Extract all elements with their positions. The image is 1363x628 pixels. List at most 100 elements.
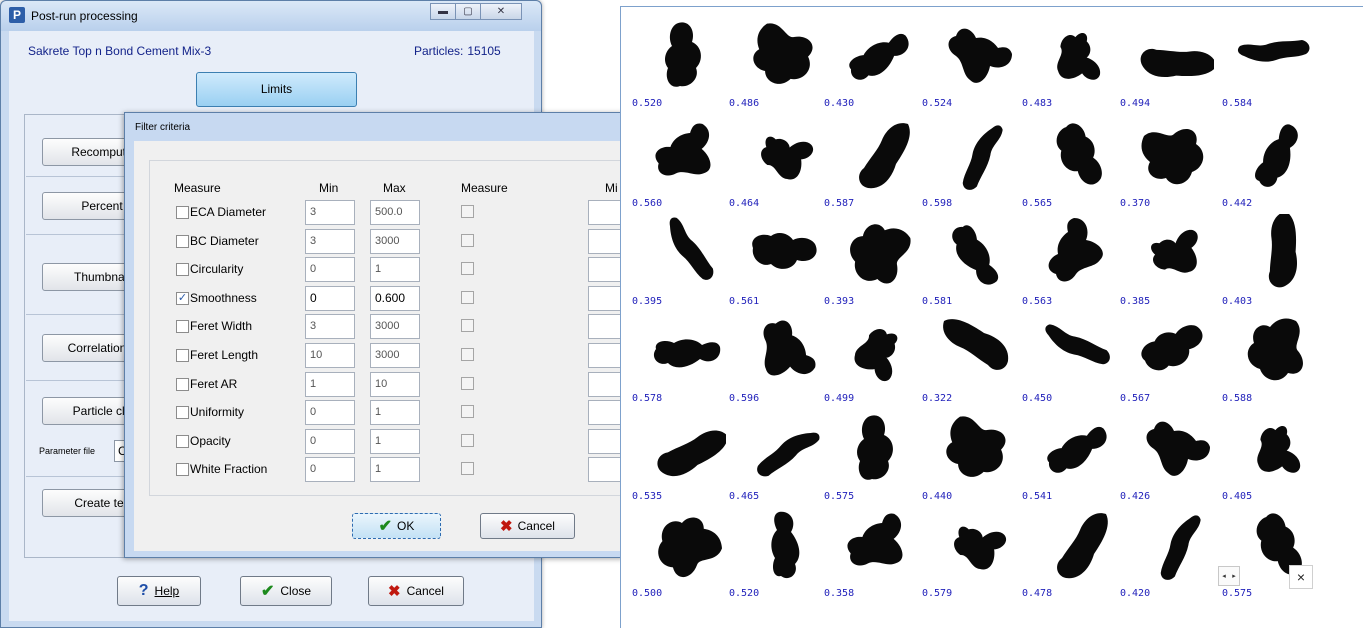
maximize-icon[interactable]: ▢ xyxy=(455,3,481,20)
max-field[interactable]: 1 xyxy=(370,400,420,426)
particle-thumbnail[interactable]: 0.575 xyxy=(824,405,924,503)
close-icon[interactable]: ✕ xyxy=(480,3,522,20)
particle-thumbnail[interactable]: 0.393 xyxy=(824,210,924,308)
particle-thumbnail[interactable]: 0.395 xyxy=(632,210,732,308)
particle-thumbnail[interactable]: 0.322 xyxy=(922,307,1022,405)
dialog-title[interactable]: Filter criteria xyxy=(135,122,190,133)
measure-checkbox[interactable] xyxy=(176,263,189,277)
particle-thumbnail[interactable]: 0.596 xyxy=(729,307,829,405)
measure-checkbox[interactable] xyxy=(176,463,189,477)
min-field-2[interactable] xyxy=(588,228,624,254)
min-field-2[interactable] xyxy=(588,400,624,426)
measure-checkbox[interactable] xyxy=(176,406,189,420)
particle-thumbnail[interactable]: 0.584 xyxy=(1222,12,1322,110)
min-field[interactable]: 0 xyxy=(305,457,355,483)
min-field-2[interactable] xyxy=(588,257,624,283)
max-field[interactable]: 0.600 xyxy=(370,285,420,311)
measure-checkbox-2[interactable] xyxy=(461,348,474,361)
min-field[interactable]: 1 xyxy=(305,371,355,397)
particle-thumbnail[interactable]: 0.578 xyxy=(632,307,732,405)
min-field-2[interactable] xyxy=(588,200,624,225)
particle-thumbnail[interactable]: 0.560 xyxy=(632,112,732,210)
max-field[interactable]: 10 xyxy=(370,371,420,397)
measure-checkbox-2[interactable] xyxy=(461,262,474,276)
measure-checkbox-2[interactable] xyxy=(461,290,474,304)
particle-thumbnail[interactable]: 0.464 xyxy=(729,112,829,210)
limits-button[interactable]: Limits xyxy=(196,72,357,107)
min-field[interactable]: 0 xyxy=(305,285,355,311)
particle-thumbnail[interactable]: 0.385 xyxy=(1120,210,1220,308)
particle-thumbnail[interactable]: 0.499 xyxy=(824,307,924,405)
min-field-2[interactable] xyxy=(588,457,624,483)
min-field[interactable]: 0 xyxy=(305,257,355,283)
measure-checkbox-2[interactable] xyxy=(461,405,474,419)
measure-checkbox[interactable] xyxy=(176,349,189,362)
particle-thumbnail[interactable]: 0.430 xyxy=(824,12,924,110)
particle-thumbnail[interactable]: 0.403 xyxy=(1222,210,1322,308)
particle-thumbnail[interactable]: 0.565 xyxy=(1022,112,1122,210)
measure-checkbox[interactable] xyxy=(176,206,189,219)
filter-cancel-button[interactable]: ✖ Cancel xyxy=(480,513,575,539)
particle-thumbnail[interactable]: 0.500 xyxy=(632,502,732,600)
particle-thumbnail[interactable]: 0.426 xyxy=(1120,405,1220,503)
particle-thumbnail[interactable]: 0.450 xyxy=(1022,307,1122,405)
particle-thumbnail[interactable]: 0.581 xyxy=(922,210,1022,308)
measure-checkbox[interactable]: ✓ xyxy=(176,291,189,305)
measure-checkbox-2[interactable] xyxy=(461,433,474,447)
measure-checkbox-2[interactable] xyxy=(461,205,474,218)
measure-checkbox[interactable] xyxy=(176,377,189,391)
max-field[interactable]: 3000 xyxy=(370,314,420,340)
particle-thumbnail[interactable]: 0.598 xyxy=(922,112,1022,210)
min-field-2[interactable] xyxy=(588,343,624,368)
particle-thumbnail[interactable]: 0.405 xyxy=(1222,405,1322,503)
particle-thumbnail[interactable]: 0.483 xyxy=(1022,12,1122,110)
min-field-2[interactable] xyxy=(588,314,624,340)
particle-thumbnail[interactable]: 0.587 xyxy=(824,112,924,210)
particle-thumbnail[interactable]: 0.563 xyxy=(1022,210,1122,308)
particle-thumbnail[interactable]: 0.524 xyxy=(922,12,1022,110)
max-field[interactable]: 3000 xyxy=(370,228,420,254)
particle-thumbnail[interactable]: 0.478 xyxy=(1022,502,1122,600)
max-field[interactable]: 1 xyxy=(370,457,420,483)
measure-checkbox-2[interactable] xyxy=(461,462,474,476)
ok-button[interactable]: ✔ OK xyxy=(352,513,441,539)
min-field[interactable]: 0 xyxy=(305,428,355,454)
measure-checkbox[interactable] xyxy=(176,234,189,248)
particle-thumbnail[interactable]: 0.370 xyxy=(1120,112,1220,210)
particle-thumbnail[interactable]: 0.358 xyxy=(824,502,924,600)
particle-thumbnail[interactable]: 0.588 xyxy=(1222,307,1322,405)
max-field[interactable]: 1 xyxy=(370,428,420,454)
close-thumbnails-icon[interactable]: × xyxy=(1289,565,1313,589)
max-field[interactable]: 1 xyxy=(370,257,420,283)
particle-thumbnail[interactable]: 0.442 xyxy=(1222,112,1322,210)
particle-thumbnail[interactable]: 0.535 xyxy=(632,405,732,503)
particle-thumbnail[interactable]: 0.541 xyxy=(1022,405,1122,503)
min-field[interactable]: 3 xyxy=(305,200,355,225)
particle-thumbnail[interactable]: 0.520 xyxy=(729,502,829,600)
measure-checkbox[interactable] xyxy=(176,320,189,334)
cancel-button[interactable]: ✖ Cancel xyxy=(368,576,464,606)
min-field-2[interactable] xyxy=(588,371,624,397)
particle-thumbnail[interactable]: 0.579 xyxy=(922,502,1022,600)
min-field[interactable]: 10 xyxy=(305,343,355,368)
min-field[interactable]: 3 xyxy=(305,228,355,254)
measure-checkbox[interactable] xyxy=(176,434,189,448)
min-field[interactable]: 0 xyxy=(305,400,355,426)
min-field-2[interactable] xyxy=(588,285,624,311)
particle-thumbnail[interactable]: 0.465 xyxy=(729,405,829,503)
particle-thumbnail[interactable]: 0.420 xyxy=(1120,502,1220,600)
particle-thumbnail[interactable]: 0.561 xyxy=(729,210,829,308)
particle-thumbnail[interactable]: 0.494 xyxy=(1120,12,1220,110)
particle-thumbnail[interactable]: 0.486 xyxy=(729,12,829,110)
measure-checkbox-2[interactable] xyxy=(461,319,474,333)
max-field[interactable]: 3000 xyxy=(370,343,420,368)
particle-thumbnail[interactable]: 0.567 xyxy=(1120,307,1220,405)
title-bar[interactable]: P Post-run processing ▬ ▢ ✕ xyxy=(1,1,541,31)
measure-checkbox-2[interactable] xyxy=(461,233,474,247)
help-button[interactable]: ? Help xyxy=(117,576,201,606)
particle-thumbnail[interactable]: 0.520 xyxy=(632,12,732,110)
close-button[interactable]: ✔ Close xyxy=(240,576,332,606)
measure-checkbox-2[interactable] xyxy=(461,376,474,390)
next-page-icon[interactable]: ▸ xyxy=(1232,572,1236,580)
prev-page-icon[interactable]: ◂ xyxy=(1222,572,1226,580)
